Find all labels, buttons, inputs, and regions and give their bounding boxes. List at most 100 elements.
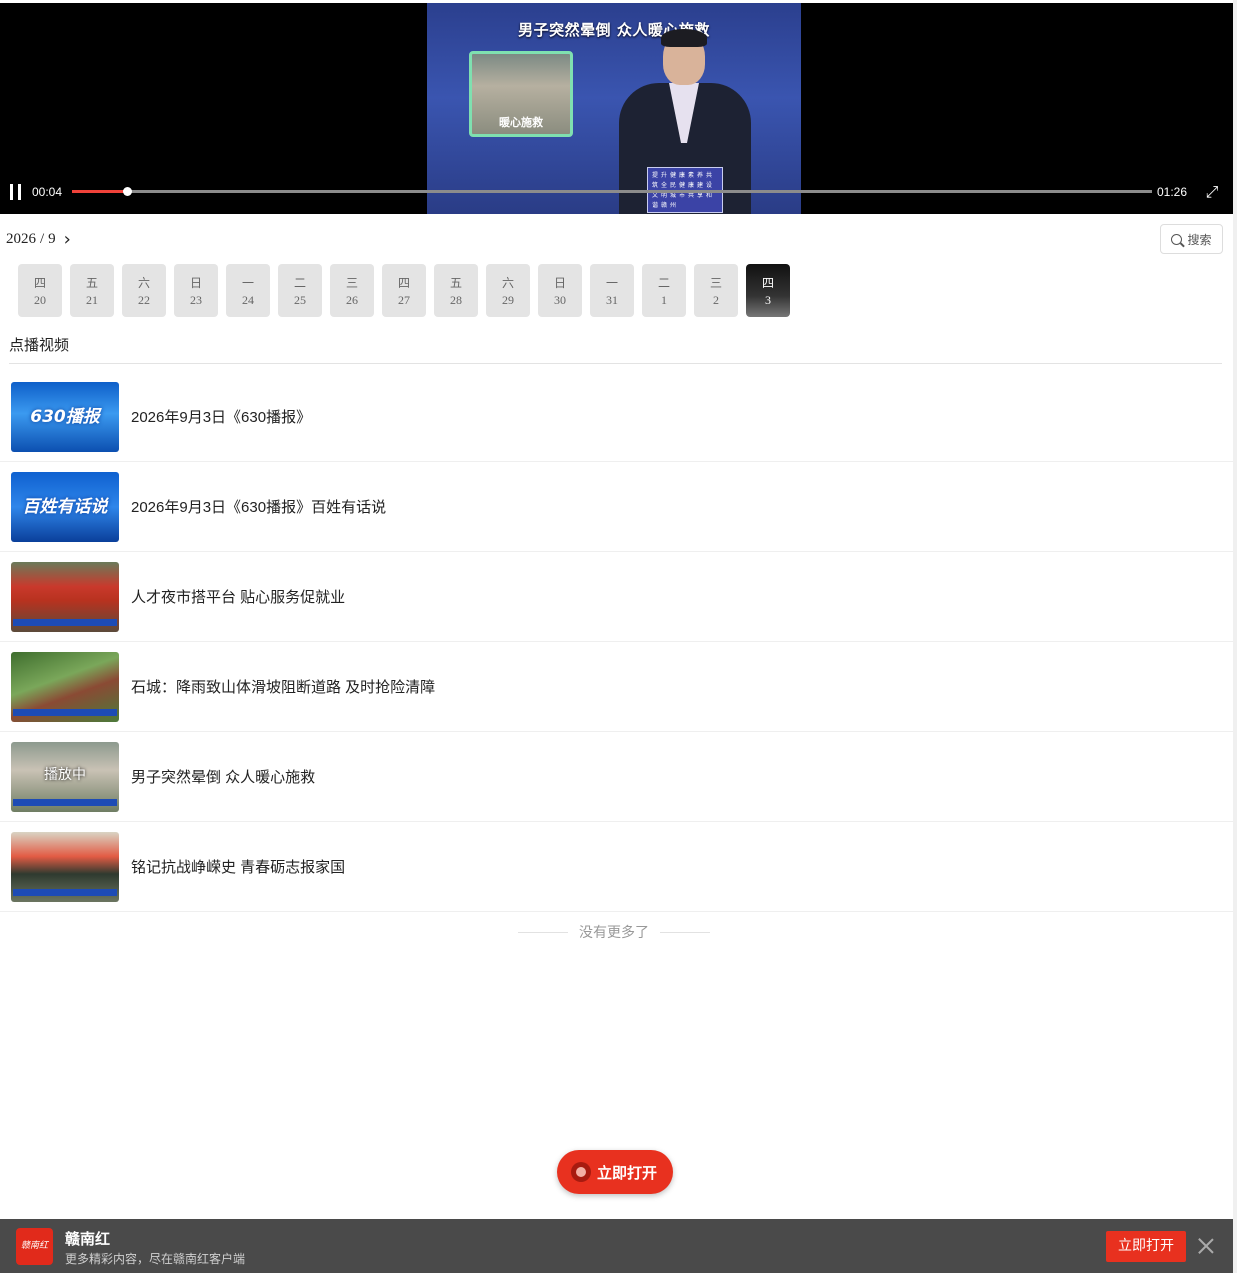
day-item[interactable]: 五 28 xyxy=(434,264,478,317)
progress-bar[interactable] xyxy=(72,187,1152,196)
day-weekday: 五 xyxy=(449,276,462,290)
day-number: 3 xyxy=(765,293,771,307)
day-item[interactable]: 日 23 xyxy=(174,264,218,317)
day-weekday: 三 xyxy=(345,276,358,290)
day-number: 23 xyxy=(190,293,202,307)
day-number: 25 xyxy=(294,293,306,307)
day-item[interactable]: 二 25 xyxy=(278,264,322,317)
day-number: 2 xyxy=(713,293,719,307)
video-thumbnail: 百姓有话说 xyxy=(11,472,119,542)
search-button[interactable]: 搜索 xyxy=(1160,224,1223,254)
progress-knob[interactable] xyxy=(123,187,133,196)
day-number: 22 xyxy=(138,293,150,307)
open-app-label: 立即打开 xyxy=(597,1163,658,1182)
search-icon xyxy=(1171,233,1183,245)
day-number: 30 xyxy=(554,293,566,307)
open-app-float-button[interactable]: 立即打开 xyxy=(557,1150,673,1194)
day-weekday: 一 xyxy=(605,276,618,290)
day-number: 26 xyxy=(346,293,358,307)
video-frame-title: 男子突然晕倒 众人暖心施救 xyxy=(518,21,710,39)
app-name: 赣南红 xyxy=(65,1230,111,1248)
video-title: 2026年9月3日《630播报》 xyxy=(131,409,312,426)
day-item[interactable]: 二1 xyxy=(642,264,686,317)
duration-time: 01:26 xyxy=(1157,185,1188,199)
day-item[interactable]: 六 22 xyxy=(122,264,166,317)
player-controls: 00:04 01:26 ⤢ xyxy=(0,178,1233,206)
year-label: 2026 xyxy=(6,230,36,247)
day-weekday: 五 xyxy=(85,276,98,290)
search-label: 搜索 xyxy=(1187,232,1212,247)
day-item[interactable]: 一 24 xyxy=(226,264,270,317)
video-list: 630播报 2026年9月3日《630播报》百姓有话说 2026年9月3日《630播… xyxy=(0,372,1233,912)
day-item[interactable]: 五 21 xyxy=(70,264,114,317)
day-number: 28 xyxy=(450,293,462,307)
day-item[interactable]: 一 31 xyxy=(590,264,634,317)
day-item[interactable]: 六 29 xyxy=(486,264,530,317)
news-anchor-hair xyxy=(661,29,707,47)
day-weekday: 三 xyxy=(709,276,722,290)
close-icon[interactable] xyxy=(1196,1236,1216,1256)
day-number: 20 xyxy=(34,293,46,307)
day-item[interactable]: 四 27 xyxy=(382,264,426,317)
day-item[interactable]: 三 26 xyxy=(330,264,374,317)
video-list-item[interactable]: 百姓有话说 2026年9月3日《630播报》百姓有话说 xyxy=(0,462,1233,552)
date-separator: / xyxy=(40,230,45,247)
day-weekday: 四 xyxy=(33,276,46,290)
thumbnail-caption-strip xyxy=(13,619,117,626)
day-item[interactable]: 日 30 xyxy=(538,264,582,317)
day-item[interactable]: 四 20 xyxy=(18,264,62,317)
video-thumbnail xyxy=(11,652,119,722)
day-weekday: 六 xyxy=(137,276,150,290)
video-title: 2026年9月3日《630播报》百姓有话说 xyxy=(131,499,387,516)
banner-subtitle: 更多精彩内容，尽在赣南红客户端 xyxy=(65,1252,246,1266)
section-divider xyxy=(9,363,1222,364)
day-weekday: 六 xyxy=(501,276,514,290)
banner-open-button[interactable]: 立即打开 xyxy=(1106,1231,1186,1262)
day-weekday: 日 xyxy=(189,276,202,290)
day-weekday: 二 xyxy=(293,276,306,290)
current-time: 00:04 xyxy=(32,185,63,199)
day-weekday: 二 xyxy=(657,276,670,290)
video-player[interactable]: 男子突然晕倒 众人暖心施救 暖心施救 提升健康素养共筑全民健康建设文明城市共享和… xyxy=(0,3,1233,214)
video-thumbnail: 播放中 xyxy=(11,742,119,812)
video-title: 铭记抗战峥嵘史 青春砺志报家国 xyxy=(131,859,346,876)
month-label: 9 xyxy=(48,230,56,247)
progress-fill xyxy=(72,190,128,193)
month-selector: 2026 / 9 › xyxy=(6,228,71,250)
video-list-item[interactable]: 石城：降雨致山体滑坡阻断道路 及时抢险清障 xyxy=(0,642,1233,732)
app-download-banner: 赣南红 赣南红 更多精彩内容，尽在赣南红客户端 立即打开 xyxy=(0,1219,1233,1273)
day-weekday: 四 xyxy=(397,276,410,290)
day-weekday: 四 xyxy=(761,276,774,290)
day-weekday: 一 xyxy=(241,276,254,290)
video-list-item[interactable]: 铭记抗战峥嵘史 青春砺志报家国 xyxy=(0,822,1233,912)
video-inset-caption: 暖心施救 xyxy=(499,116,543,129)
video-title: 石城：降雨致山体滑坡阻断道路 及时抢险清障 xyxy=(131,679,436,696)
day-number: 24 xyxy=(242,293,254,307)
pause-icon[interactable] xyxy=(9,184,23,200)
video-list-item[interactable]: 人才夜市搭平台 贴心服务促就业 xyxy=(0,552,1233,642)
thumbnail-caption: 百姓有话说 xyxy=(22,497,108,517)
day-item[interactable]: 四3 xyxy=(746,264,790,317)
app-logo-icon xyxy=(571,1162,591,1182)
thumbnail-caption-strip xyxy=(13,709,117,716)
chevron-right-icon[interactable]: › xyxy=(64,229,71,250)
video-list-item[interactable]: 630播报 2026年9月3日《630播报》 xyxy=(0,372,1233,462)
day-number: 27 xyxy=(398,293,410,307)
video-title: 人才夜市搭平台 贴心服务促就业 xyxy=(131,589,346,606)
thumbnail-caption-strip xyxy=(13,799,117,806)
day-item[interactable]: 三2 xyxy=(694,264,738,317)
video-thumbnail xyxy=(11,832,119,902)
video-list-item[interactable]: 播放中 男子突然晕倒 众人暖心施救 xyxy=(0,732,1233,822)
day-number: 21 xyxy=(86,293,98,307)
scrollbar-track[interactable] xyxy=(1233,0,1237,1273)
thumbnail-caption-strip xyxy=(13,889,117,896)
section-title: 点播视频 xyxy=(9,336,70,354)
day-number: 1 xyxy=(661,293,667,307)
day-strip: 四 20 五 21 六 22 日 23 一 24 二 25 三 26 四 27 五 28 六 29 日 30 一 31 二 1 三 2… xyxy=(18,264,798,317)
day-weekday: 日 xyxy=(553,276,566,290)
app-logo: 赣南红 xyxy=(16,1228,53,1265)
now-playing-label: 播放中 xyxy=(44,767,86,783)
video-title: 男子突然晕倒 众人暖心施救 xyxy=(131,769,316,786)
fullscreen-icon[interactable]: ⤢ xyxy=(1203,183,1221,201)
day-number: 29 xyxy=(502,293,514,307)
